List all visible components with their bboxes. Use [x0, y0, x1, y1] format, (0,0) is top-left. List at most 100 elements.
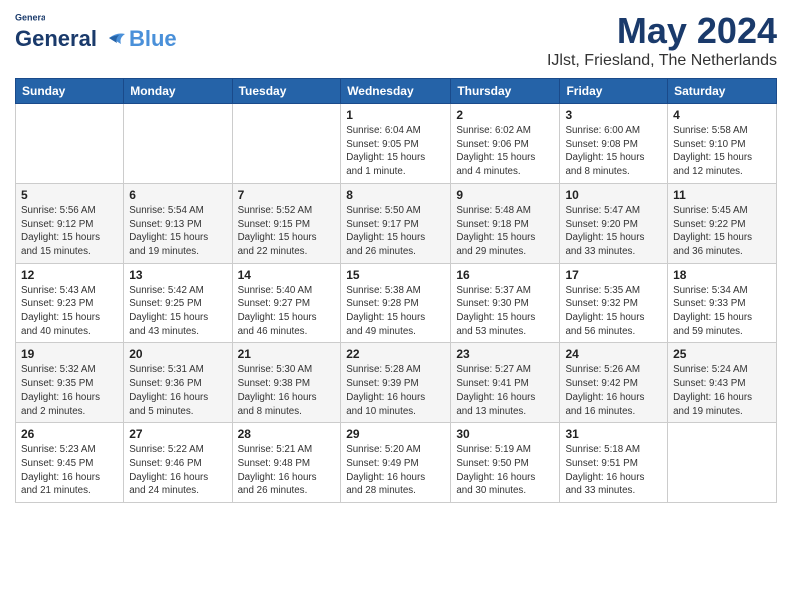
day-number: 10 — [565, 188, 662, 202]
day-number: 9 — [456, 188, 554, 202]
calendar-cell — [124, 104, 232, 184]
day-info: Sunrise: 5:23 AMSunset: 9:45 PMDaylight:… — [21, 443, 118, 498]
calendar-week-row: 26 Sunrise: 5:23 AMSunset: 9:45 PMDayligh… — [16, 423, 777, 503]
page-header: General General Blue May 2024 IJlst, Fri… — [15, 10, 777, 70]
calendar-cell: 21 Sunrise: 5:30 AMSunset: 9:38 PMDayligh… — [232, 343, 341, 423]
calendar-cell: 7 Sunrise: 5:52 AMSunset: 9:15 PMDaylight… — [232, 183, 341, 263]
calendar-cell: 27Sunrise: 5:22 AMSunset: 9:46 PMDayligh… — [124, 423, 232, 503]
day-number: 6 — [129, 188, 226, 202]
column-header-tuesday: Tuesday — [232, 79, 341, 104]
day-info: Sunrise: 5:43 AMSunset: 9:23 PMDaylight:… — [21, 284, 118, 339]
calendar-cell — [16, 104, 124, 184]
calendar-cell: 14 Sunrise: 5:40 AMSunset: 9:27 PMDayligh… — [232, 263, 341, 343]
day-info: Sunrise: 5:56 AMSunset: 9:12 PMDaylight:… — [21, 204, 118, 259]
calendar-cell: 9 Sunrise: 5:48 AMSunset: 9:18 PMDaylight… — [451, 183, 560, 263]
day-number: 24 — [565, 347, 662, 361]
location: IJlst, Friesland, The Netherlands — [547, 52, 777, 70]
calendar-cell: 20 Sunrise: 5:31 AMSunset: 9:36 PMDayligh… — [124, 343, 232, 423]
day-info: Sunrise: 5:52 AMSunset: 9:15 PMDaylight:… — [238, 204, 336, 259]
day-number: 2 — [456, 108, 554, 122]
day-number: 28 — [238, 427, 336, 441]
day-info: Sunrise: 5:30 AMSunset: 9:38 PMDaylight:… — [238, 363, 336, 418]
column-header-thursday: Thursday — [451, 79, 560, 104]
calendar-week-row: 12Sunrise: 5:43 AMSunset: 9:23 PMDayligh… — [16, 263, 777, 343]
calendar-cell: 13Sunrise: 5:42 AMSunset: 9:25 PMDayligh… — [124, 263, 232, 343]
month-title: May 2024 — [547, 10, 777, 52]
day-info: Sunrise: 6:00 AMSunset: 9:08 PMDaylight:… — [565, 124, 662, 179]
day-number: 17 — [565, 268, 662, 282]
calendar-cell: 26 Sunrise: 5:23 AMSunset: 9:45 PMDayligh… — [16, 423, 124, 503]
calendar-cell: 12Sunrise: 5:43 AMSunset: 9:23 PMDayligh… — [16, 263, 124, 343]
calendar-cell: 3Sunrise: 6:00 AMSunset: 9:08 PMDaylight… — [560, 104, 668, 184]
day-info: Sunrise: 5:45 AMSunset: 9:22 PMDaylight:… — [673, 204, 771, 259]
logo-general: General — [15, 26, 97, 52]
calendar-cell: 16 Sunrise: 5:37 AMSunset: 9:30 PMDayligh… — [451, 263, 560, 343]
day-info: Sunrise: 5:32 AMSunset: 9:35 PMDaylight:… — [21, 363, 118, 418]
day-info: Sunrise: 5:54 AMSunset: 9:13 PMDaylight:… — [129, 204, 226, 259]
day-info: Sunrise: 5:50 AMSunset: 9:17 PMDaylight:… — [346, 204, 445, 259]
calendar-cell: 11Sunrise: 5:45 AMSunset: 9:22 PMDayligh… — [668, 183, 777, 263]
day-number: 16 — [456, 268, 554, 282]
day-info: Sunrise: 5:37 AMSunset: 9:30 PMDaylight:… — [456, 284, 554, 339]
column-header-friday: Friday — [560, 79, 668, 104]
logo: General General Blue — [15, 10, 177, 52]
day-info: Sunrise: 5:27 AMSunset: 9:41 PMDaylight:… — [456, 363, 554, 418]
svg-text:General: General — [15, 13, 45, 23]
calendar-table: SundayMondayTuesdayWednesdayThursdayFrid… — [15, 78, 777, 503]
title-section: May 2024 IJlst, Friesland, The Netherlan… — [547, 10, 777, 70]
day-number: 25 — [673, 347, 771, 361]
day-number: 19 — [21, 347, 118, 361]
calendar-cell: 8 Sunrise: 5:50 AMSunset: 9:17 PMDaylight… — [341, 183, 451, 263]
day-number: 15 — [346, 268, 445, 282]
column-header-monday: Monday — [124, 79, 232, 104]
calendar-cell: 24Sunrise: 5:26 AMSunset: 9:42 PMDayligh… — [560, 343, 668, 423]
day-info: Sunrise: 5:47 AMSunset: 9:20 PMDaylight:… — [565, 204, 662, 259]
day-number: 20 — [129, 347, 226, 361]
day-number: 18 — [673, 268, 771, 282]
calendar-cell: 6 Sunrise: 5:54 AMSunset: 9:13 PMDaylight… — [124, 183, 232, 263]
calendar-cell — [232, 104, 341, 184]
calendar-cell: 28 Sunrise: 5:21 AMSunset: 9:48 PMDayligh… — [232, 423, 341, 503]
day-info: Sunrise: 5:40 AMSunset: 9:27 PMDaylight:… — [238, 284, 336, 339]
day-info: Sunrise: 5:35 AMSunset: 9:32 PMDaylight:… — [565, 284, 662, 339]
calendar-week-row: 19 Sunrise: 5:32 AMSunset: 9:35 PMDayligh… — [16, 343, 777, 423]
logo-bird-icon — [99, 30, 127, 48]
day-number: 5 — [21, 188, 118, 202]
calendar-week-row: 5 Sunrise: 5:56 AMSunset: 9:12 PMDaylight… — [16, 183, 777, 263]
calendar-cell: 1Sunrise: 6:04 AMSunset: 9:05 PMDaylight… — [341, 104, 451, 184]
logo-blue: Blue — [129, 26, 177, 52]
calendar-cell: 23 Sunrise: 5:27 AMSunset: 9:41 PMDayligh… — [451, 343, 560, 423]
calendar-cell: 19 Sunrise: 5:32 AMSunset: 9:35 PMDayligh… — [16, 343, 124, 423]
day-number: 31 — [565, 427, 662, 441]
day-number: 1 — [346, 108, 445, 122]
calendar-cell: 4 Sunrise: 5:58 AMSunset: 9:10 PMDaylight… — [668, 104, 777, 184]
day-info: Sunrise: 5:28 AMSunset: 9:39 PMDaylight:… — [346, 363, 445, 418]
calendar-cell: 2Sunrise: 6:02 AMSunset: 9:06 PMDaylight… — [451, 104, 560, 184]
day-info: Sunrise: 5:48 AMSunset: 9:18 PMDaylight:… — [456, 204, 554, 259]
calendar-cell: 18Sunrise: 5:34 AMSunset: 9:33 PMDayligh… — [668, 263, 777, 343]
day-number: 26 — [21, 427, 118, 441]
calendar-header-row: SundayMondayTuesdayWednesdayThursdayFrid… — [16, 79, 777, 104]
calendar-week-row: 1Sunrise: 6:04 AMSunset: 9:05 PMDaylight… — [16, 104, 777, 184]
calendar-cell: 10 Sunrise: 5:47 AMSunset: 9:20 PMDayligh… — [560, 183, 668, 263]
day-number: 7 — [238, 188, 336, 202]
day-number: 22 — [346, 347, 445, 361]
calendar-cell: 15Sunrise: 5:38 AMSunset: 9:28 PMDayligh… — [341, 263, 451, 343]
day-info: Sunrise: 5:18 AMSunset: 9:51 PMDaylight:… — [565, 443, 662, 498]
calendar-cell: 5 Sunrise: 5:56 AMSunset: 9:12 PMDaylight… — [16, 183, 124, 263]
day-number: 4 — [673, 108, 771, 122]
day-number: 21 — [238, 347, 336, 361]
calendar-cell: 29 Sunrise: 5:20 AMSunset: 9:49 PMDayligh… — [341, 423, 451, 503]
day-number: 30 — [456, 427, 554, 441]
day-number: 8 — [346, 188, 445, 202]
day-info: Sunrise: 5:20 AMSunset: 9:49 PMDaylight:… — [346, 443, 445, 498]
day-info: Sunrise: 5:31 AMSunset: 9:36 PMDaylight:… — [129, 363, 226, 418]
day-info: Sunrise: 5:42 AMSunset: 9:25 PMDaylight:… — [129, 284, 226, 339]
day-number: 29 — [346, 427, 445, 441]
day-info: Sunrise: 5:21 AMSunset: 9:48 PMDaylight:… — [238, 443, 336, 498]
day-number: 23 — [456, 347, 554, 361]
column-header-sunday: Sunday — [16, 79, 124, 104]
day-number: 14 — [238, 268, 336, 282]
day-info: Sunrise: 5:58 AMSunset: 9:10 PMDaylight:… — [673, 124, 771, 179]
column-header-saturday: Saturday — [668, 79, 777, 104]
